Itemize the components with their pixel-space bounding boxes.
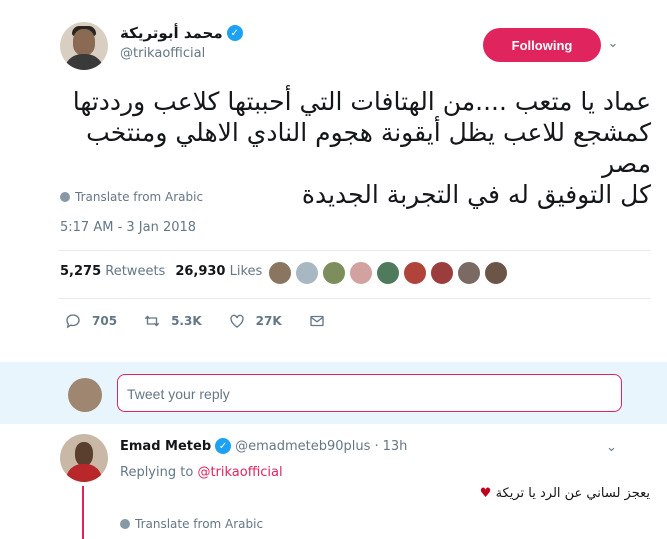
reply-header: Emad Meteb ✓ @emadmeteb90plus · 13h (120, 438, 407, 454)
translate-link[interactable]: Translate from Arabic (60, 190, 203, 204)
author-display-name[interactable]: محمد أبوتريكة ✓ (120, 24, 243, 42)
liker-avatar[interactable] (322, 261, 346, 285)
likes-label: Likes (229, 264, 263, 279)
retweet-count: 5.3K (171, 314, 202, 328)
reply-input[interactable]: Tweet your reply (117, 374, 622, 412)
verified-badge-icon: ✓ (226, 25, 243, 41)
author-avatar[interactable] (60, 22, 108, 70)
retweets-count: 5,275 (60, 264, 102, 279)
globe-icon (120, 519, 130, 529)
reply-action[interactable]: 705 (64, 312, 117, 330)
reply-author-handle[interactable]: @emadmeteb90plus (235, 439, 370, 454)
author-name-text: محمد أبوتريكة (120, 24, 223, 42)
globe-icon (60, 192, 70, 202)
chevron-down-icon[interactable]: ⌄ (606, 440, 617, 455)
liker-avatar[interactable] (430, 261, 454, 285)
liker-avatar[interactable] (376, 261, 400, 285)
retweets-stat[interactable]: 5,275 Retweets (60, 264, 165, 279)
reply-time[interactable]: 13h (383, 439, 408, 454)
liker-avatar[interactable] (349, 261, 373, 285)
likes-stat[interactable]: 26,930 Likes (175, 264, 262, 279)
reply-text-content: يعجز لساني عن الرد يا تريكة (495, 486, 650, 501)
tweet-stats: 5,275 Retweets 26,930 Likes (60, 264, 262, 279)
reply-text: يعجز لساني عن الرد يا تريكة ♥ (120, 486, 650, 501)
translate-label: Translate from Arabic (75, 190, 204, 204)
replying-to-handle[interactable]: @trikaofficial (197, 465, 282, 480)
divider (58, 298, 651, 299)
heart-icon (229, 314, 244, 328)
translate-label: Translate from Arabic (135, 517, 264, 531)
reply-author-avatar[interactable] (60, 434, 108, 482)
tweet-text-line: عماد يا متعب ....من الهتافات التي أحببته… (72, 87, 651, 116)
divider (58, 250, 651, 251)
like-action[interactable]: 27K (228, 312, 282, 330)
tweet-text-line: كمشجع للاعب يظل أيقونة هجوم النادي الاهل… (86, 118, 651, 178)
author-block[interactable]: محمد أبوتريكة ✓ @trikaofficial (120, 24, 243, 61)
retweet-icon (144, 315, 160, 327)
verified-badge-icon: ✓ (215, 438, 232, 454)
message-action[interactable] (308, 312, 326, 330)
liker-avatar[interactable] (268, 261, 292, 285)
envelope-icon (309, 315, 324, 327)
reply-icon (66, 314, 80, 329)
current-user-avatar (68, 378, 102, 412)
reply-count: 705 (92, 314, 118, 328)
likers-avatars (268, 261, 508, 285)
action-bar: 705 5.3K 27K (64, 312, 352, 330)
retweets-label: Retweets (105, 264, 166, 279)
liker-avatar[interactable] (403, 261, 427, 285)
reply-author-name[interactable]: Emad Meteb (120, 439, 211, 454)
separator-dot: · (374, 438, 379, 454)
reply-translate-link[interactable]: Translate from Arabic (120, 517, 263, 531)
like-count: 27K (255, 314, 282, 328)
author-handle[interactable]: @trikaofficial (120, 46, 243, 61)
retweet-action[interactable]: 5.3K (143, 312, 202, 330)
thread-line (82, 486, 84, 539)
likes-count: 26,930 (175, 264, 226, 279)
liker-avatar[interactable] (457, 261, 481, 285)
chevron-down-icon[interactable]: ⌄ (606, 36, 620, 51)
following-button[interactable]: Following (483, 28, 601, 62)
liker-avatar[interactable] (484, 261, 508, 285)
replying-to: Replying to @trikaofficial (120, 465, 283, 480)
heart-emoji-icon: ♥ (479, 486, 492, 501)
tweet-timestamp[interactable]: 5:17 AM - 3 Jan 2018 (60, 220, 196, 235)
liker-avatar[interactable] (295, 261, 319, 285)
replying-prefix: Replying to (120, 465, 194, 480)
